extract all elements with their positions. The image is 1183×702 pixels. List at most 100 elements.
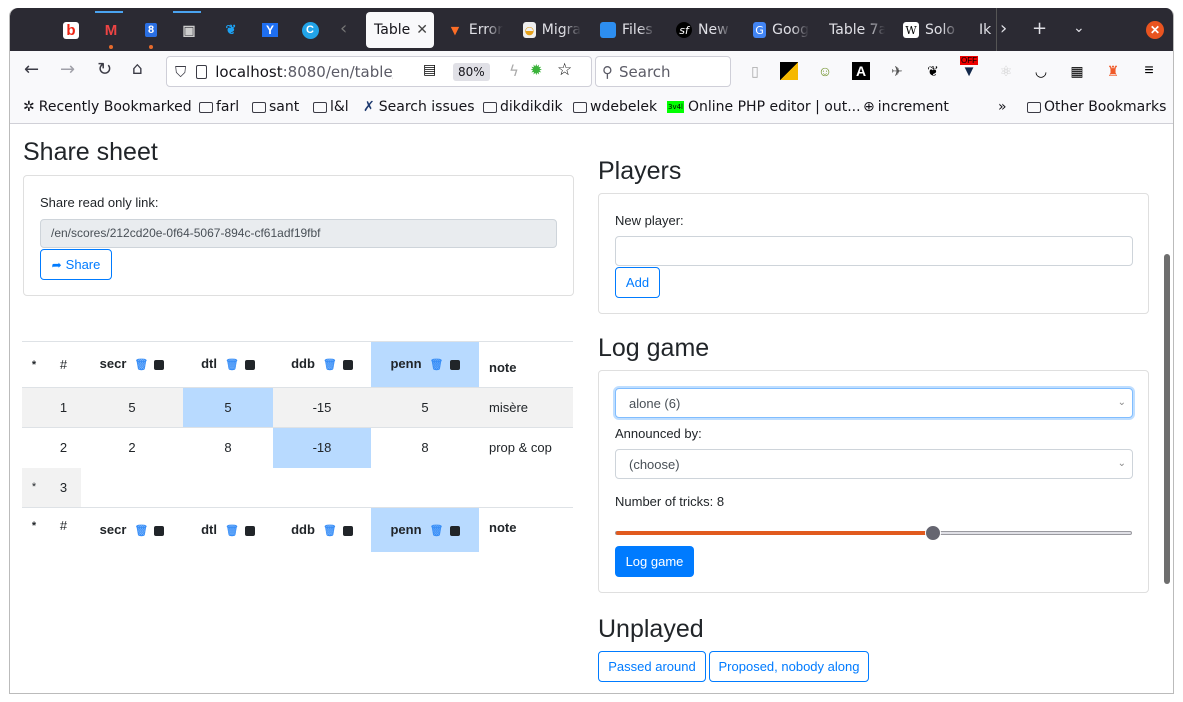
ext-off-icon[interactable]: ▼ OFF <box>960 56 978 80</box>
bookmark-farl[interactable]: farl <box>199 99 239 115</box>
color-swatch[interactable] <box>342 359 353 370</box>
home-icon[interactable]: ⌂ <box>132 59 143 79</box>
tab-google-translate[interactable]: G Goog <box>753 12 809 48</box>
table-row[interactable]: 1 5 5 -15 5 misère <box>22 387 573 428</box>
pinned-tab-jira[interactable]: Y <box>257 17 283 43</box>
ext-foot-icon[interactable]: ❦ <box>924 62 942 80</box>
bookmark-other[interactable]: Other Bookmarks <box>1027 99 1166 115</box>
back-icon[interactable]: ← <box>24 59 39 80</box>
bookmark-ll[interactable]: l&l <box>313 99 349 115</box>
trash-icon[interactable]: 🗑 <box>323 359 337 371</box>
score-cell: 8 <box>421 440 429 456</box>
reader-view-icon[interactable]: ▤ <box>423 62 436 78</box>
lighthouse-icon[interactable]: ♜ <box>1104 62 1122 80</box>
player-footer-penn: penn 🗑 <box>371 507 479 552</box>
tab-new[interactable]: sf New <box>676 12 732 48</box>
bookmark-sant[interactable]: sant <box>252 99 299 115</box>
tab-files[interactable]: Files <box>600 12 656 48</box>
bookmark-wdebelek[interactable]: wdebelek <box>573 99 657 115</box>
bug-icon[interactable]: ✹ <box>530 61 543 79</box>
bookmark-search-issues[interactable]: ✗ Search issues <box>363 99 475 115</box>
tab-error[interactable]: ▼ Error <box>447 12 503 48</box>
briefcase-icon: ▣ <box>182 21 196 38</box>
color-swatch[interactable] <box>449 359 460 370</box>
table-row[interactable]: * 3 <box>22 467 573 508</box>
pinned-tab-twitter[interactable]: ❦ <box>218 17 244 43</box>
close-window-icon[interactable]: ✕ <box>1146 21 1164 39</box>
trash-icon[interactable]: 🗑 <box>134 359 148 371</box>
reload-icon[interactable]: ↻ <box>97 59 112 80</box>
tab-migra[interactable]: ◒ Migra <box>523 12 581 48</box>
ext-a-icon[interactable]: A <box>852 62 870 80</box>
ext-atom-icon[interactable]: ⚛ <box>997 62 1015 80</box>
shield-icon: ⛉ <box>175 62 187 81</box>
ext-face-icon[interactable]: ☺ <box>816 62 834 80</box>
qr-code-icon[interactable]: ▦ <box>1068 62 1086 80</box>
trash-icon[interactable]: 🗑 <box>430 525 444 537</box>
bookmark-star-icon[interactable]: ☆ <box>557 60 572 80</box>
device-icon[interactable]: ▯ <box>746 62 764 80</box>
share-button[interactable]: ➦ Share <box>40 249 112 280</box>
trash-icon[interactable]: 🗑 <box>323 525 337 537</box>
bookmark-increment[interactable]: ⊕ increment <box>863 99 949 115</box>
passed-around-button[interactable]: Passed around <box>598 651 706 682</box>
announced-by-select[interactable]: (choose) ⌄ <box>615 449 1133 479</box>
bookmark-label: Online PHP editor | out... <box>688 99 861 115</box>
player-footer-dtl: dtl 🗑 <box>183 508 273 552</box>
trash-icon[interactable]: 🗑 <box>134 525 148 537</box>
share-link-field[interactable]: /en/scores/212cd20e-0f64-5067-894c-cf61a… <box>40 219 557 248</box>
close-tab-icon[interactable]: ✕ <box>416 22 428 38</box>
url-bar[interactable]: ⛉ localhost:8080/en/table/9A ▤ 80% ϟ ✹ ☆ <box>166 56 592 87</box>
zoom-level[interactable]: 80% <box>453 63 490 81</box>
tab-table-7a[interactable]: Table 7a <box>829 12 885 48</box>
pinned-tab-briefcase[interactable]: ▣ <box>173 11 202 43</box>
forward-icon[interactable]: → <box>60 59 75 80</box>
trash-icon[interactable]: 🗑 <box>225 359 239 371</box>
score-cell <box>371 468 479 508</box>
tab-label: Error <box>468 22 503 38</box>
tricks-slider[interactable] <box>615 525 1132 541</box>
bookmark-dikdikdik[interactable]: dikdikdik <box>483 99 563 115</box>
tab-ik[interactable]: Ik <box>979 12 995 48</box>
search-box[interactable]: ⚲ Search <box>595 56 731 87</box>
new-player-input[interactable] <box>615 236 1133 266</box>
share-arrow-icon: ➦ <box>51 257 62 272</box>
tab-table-active[interactable]: Table ✕ <box>366 12 434 48</box>
color-swatch[interactable] <box>154 525 165 536</box>
color-swatch[interactable] <box>244 359 255 370</box>
bookmark-php-editor[interactable]: 3v4l Online PHP editor | out... <box>667 99 861 115</box>
game-type-value: alone (6) <box>629 396 681 411</box>
bookmark-recently[interactable]: ✲ Recently Bookmarked <box>23 99 192 115</box>
trash-icon[interactable]: 🗑 <box>225 525 239 537</box>
score-cell <box>273 468 371 508</box>
slider-thumb[interactable] <box>925 525 941 541</box>
tab-solo[interactable]: W Solo <box>903 12 959 48</box>
color-swatch[interactable] <box>449 525 460 536</box>
folder-icon <box>483 101 497 113</box>
pocket-icon[interactable]: ◡ <box>1032 62 1050 80</box>
new-tab-icon[interactable]: + <box>1032 18 1047 39</box>
pinned-tab-c[interactable]: C <box>297 17 323 43</box>
log-game-button[interactable]: Log game <box>615 546 694 577</box>
ext-badger-icon[interactable]: ✈ <box>888 62 906 80</box>
game-type-select[interactable]: alone (6) ⌄ <box>615 388 1133 418</box>
proposed-nobody-along-button[interactable]: Proposed, nobody along <box>709 651 869 682</box>
list-tabs-icon[interactable]: ⌄ <box>1073 20 1085 36</box>
color-swatch[interactable] <box>342 525 353 536</box>
add-player-button[interactable]: Add <box>615 267 660 298</box>
more-bookmarks-icon[interactable]: » <box>998 99 1007 115</box>
color-swatch[interactable] <box>154 359 165 370</box>
page-scrollbar[interactable] <box>1164 254 1170 584</box>
pinned-tab-gmail[interactable]: M <box>95 11 124 49</box>
color-swatch[interactable] <box>244 525 255 536</box>
pinned-tab-calendar[interactable]: 8 <box>138 17 164 49</box>
scroll-tabs-left-icon[interactable]: ‹ <box>340 18 347 39</box>
jira-icon: ✗ <box>363 99 375 115</box>
menu-icon[interactable]: ≡ <box>1140 62 1158 80</box>
ext-grid-icon[interactable] <box>780 62 798 80</box>
trash-icon[interactable]: 🗑 <box>430 359 444 371</box>
pinned-tab-bol[interactable]: b <box>58 17 84 43</box>
table-row[interactable]: 2 2 8 -18 8 prop & cop <box>22 427 573 468</box>
scroll-tabs-right-icon[interactable]: › <box>1000 18 1007 39</box>
lightning-icon[interactable]: ϟ <box>509 62 519 80</box>
